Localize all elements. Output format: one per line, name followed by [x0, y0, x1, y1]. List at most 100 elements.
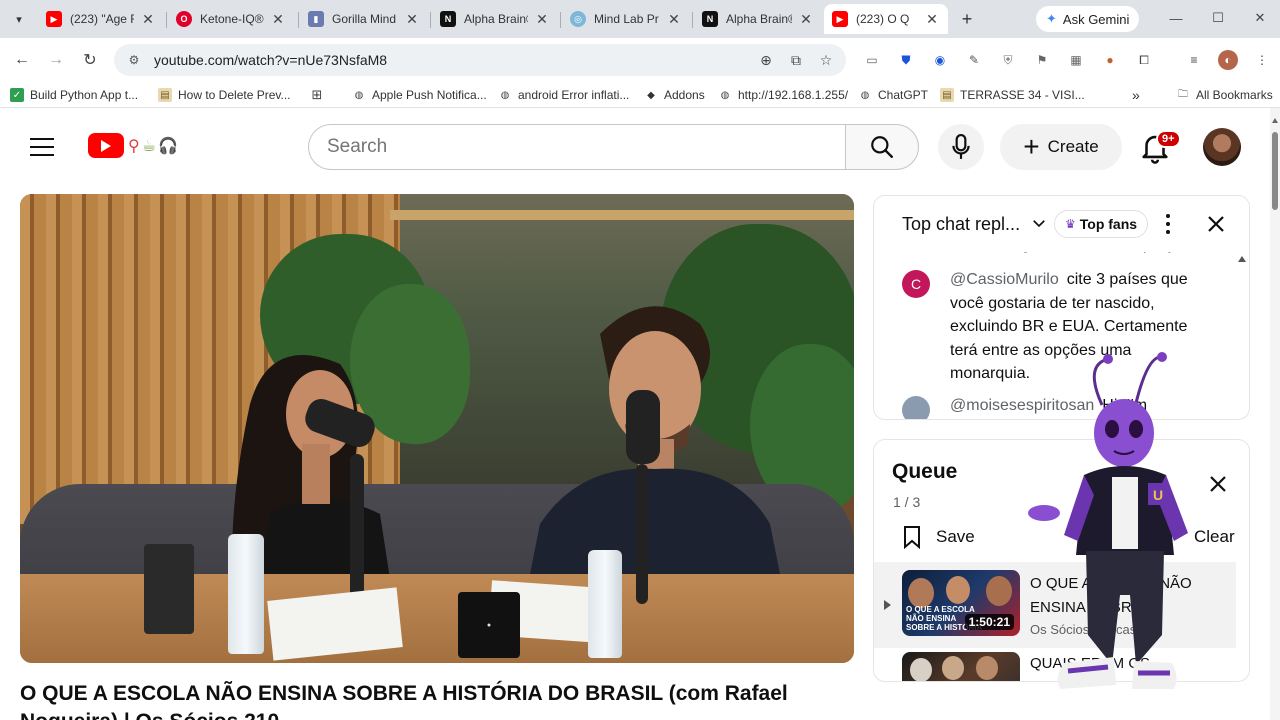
browser-menu-icon[interactable]: ⋮ — [1252, 50, 1272, 70]
video-frame-water-bottle — [588, 550, 622, 658]
close-icon[interactable]: ✕ — [798, 11, 814, 28]
thumbnail-face — [986, 576, 1012, 606]
youtube-doodle-icon[interactable]: ⚲ ☕ 🎧 — [128, 134, 194, 158]
bookmark-label: ChatGPT — [878, 88, 929, 102]
chevron-down-icon[interactable] — [1030, 214, 1048, 232]
browser-tab-1[interactable]: ▶ (223) "Age R ✕ — [38, 4, 164, 34]
bookmark-item[interactable]: ✓ Build Python App t... — [10, 86, 138, 104]
bookmark-item[interactable]: ◍ android Error inflati... — [498, 86, 630, 104]
site-settings-icon[interactable]: ⚙ — [126, 52, 142, 68]
bookmark-apps[interactable]: ⊞ — [310, 86, 330, 104]
bookmark-item[interactable]: ▤ How to Delete Prev... — [158, 86, 291, 104]
close-icon[interactable]: ✕ — [924, 11, 940, 28]
new-tab-plus-icon[interactable]: + — [956, 8, 978, 30]
page-scrollbar[interactable] — [1270, 108, 1280, 720]
search-placeholder: Search — [327, 136, 388, 157]
scrollbar-thumb[interactable] — [1272, 132, 1278, 210]
close-icon[interactable]: ✕ — [666, 11, 682, 28]
save-label: Save — [936, 527, 975, 546]
bookmark-icon — [904, 526, 920, 549]
ask-gemini-button[interactable]: ✦ Ask Gemini — [1036, 6, 1140, 32]
create-button[interactable]: + Create — [1000, 124, 1122, 170]
extensions-puzzle-icon[interactable]: ⧠ — [1134, 50, 1154, 70]
reload-icon[interactable]: ↻ — [78, 48, 102, 72]
close-icon[interactable]: ✕ — [404, 11, 420, 28]
bookmark-star-icon[interactable]: ☆ — [816, 50, 836, 70]
tab-title: Alpha Brain® — [464, 12, 528, 26]
extension-puzzle-piece-icon[interactable]: ✎ — [964, 50, 984, 70]
chat-mode-selector[interactable]: Top chat repl... — [902, 214, 1020, 235]
video-frame-mug: ● — [458, 592, 520, 658]
video-duration: 1:50:21 — [964, 614, 1014, 630]
video-frame-microphone — [626, 390, 660, 464]
voice-search-button[interactable] — [938, 124, 984, 170]
media-controls-icon[interactable]: ≡ — [1184, 50, 1204, 70]
search-icon — [871, 136, 893, 158]
url-text: youtube.com/watch?v=nUe73NsfaM8 — [154, 52, 388, 68]
close-icon[interactable] — [1206, 472, 1230, 496]
extension-circle-icon[interactable]: ◉ — [930, 50, 950, 70]
window-close-icon[interactable]: ✕ — [1250, 8, 1270, 28]
tab-search-chevron-icon[interactable]: ▾ — [8, 8, 30, 30]
extension-badge-icon[interactable]: ⛨ — [998, 50, 1018, 70]
extension-cast-icon[interactable]: ▭ — [862, 50, 882, 70]
chat-author-avatar[interactable] — [902, 396, 930, 419]
youtube-logo[interactable] — [88, 133, 124, 158]
scroll-up-arrow-icon[interactable] — [1272, 118, 1278, 123]
bookmark-item[interactable]: ◆ Addons — [644, 86, 705, 104]
extension-grid-icon[interactable]: ▦ — [1066, 50, 1086, 70]
save-queue-button[interactable]: Save — [902, 524, 975, 550]
tab-title: Ketone-IQ® — [200, 12, 264, 26]
thumbnail-face — [976, 656, 998, 680]
bookmarks-overflow-chevron-icon[interactable]: » — [1132, 86, 1140, 104]
queue-thumbnail[interactable]: O QUE A ESCOLA NÃO ENSINA SOBRE A HISTÓR… — [902, 570, 1020, 636]
minimize-icon[interactable]: — — [1166, 8, 1186, 28]
browser-tab-5[interactable]: ◎ Mind Lab Pr ✕ — [562, 4, 690, 34]
install-app-icon[interactable]: ⧉ — [786, 50, 806, 70]
browser-tab-2[interactable]: O Ketone-IQ® ✕ — [168, 4, 294, 34]
more-options-icon[interactable] — [1164, 214, 1172, 234]
extension-flag-icon[interactable]: ⚑ — [1032, 50, 1052, 70]
bookmark-item[interactable]: ◍ ChatGPT — [858, 86, 928, 104]
queue-thumbnail[interactable] — [902, 652, 1020, 681]
back-arrow-icon[interactable]: ← — [10, 48, 34, 72]
top-fans-button[interactable]: ♛ Top fans — [1054, 210, 1149, 238]
globe-icon: ◍ — [720, 89, 730, 101]
close-icon[interactable]: ✕ — [140, 11, 156, 28]
chat-scroll-up-arrow-icon[interactable] — [1238, 256, 1246, 262]
close-icon[interactable]: ✕ — [534, 11, 550, 28]
bookmark-item[interactable]: ◍ Apple Push Notifica... — [352, 86, 487, 104]
bookmark-item[interactable]: ▤ TERRASSE 34 - VISI... — [940, 86, 1085, 104]
close-icon[interactable]: ✕ — [270, 11, 286, 28]
hamburger-menu-icon[interactable] — [30, 138, 54, 156]
maximize-icon[interactable]: ☐ — [1208, 8, 1228, 28]
forward-arrow-icon[interactable]: → — [44, 48, 68, 72]
browser-tab-active[interactable]: ▶ (223) O Q ✕ — [824, 4, 948, 34]
search-input[interactable]: Search — [308, 124, 846, 170]
close-icon[interactable] — [1204, 212, 1228, 236]
address-bar[interactable]: ⚙ youtube.com/watch?v=nUe73NsfaM8 ⊕ ⧉ ☆ — [114, 44, 846, 76]
browser-tab-4[interactable]: N Alpha Brain® ✕ — [432, 4, 558, 34]
youtube-masthead: ⚲ ☕ 🎧 Search + Create 9+ — [0, 108, 1270, 184]
extension-cookie-icon[interactable]: ● — [1100, 50, 1120, 70]
globe-icon: ◍ — [354, 89, 364, 101]
bookmark-item[interactable]: ◍ http://192.168.1.255/ — [718, 86, 848, 104]
chat-author-name[interactable]: @CassioMurilo — [950, 271, 1059, 288]
green-bookmark-icon: ✓ — [10, 88, 24, 102]
bookmark-label: TERRASSE 34 - VISI... — [960, 88, 1085, 102]
extension-shield-icon[interactable]: ⛊ — [896, 50, 916, 70]
video-player[interactable]: ● — [20, 194, 854, 663]
chat-author-avatar[interactable]: C — [902, 270, 930, 298]
browser-tab-3[interactable]: ▮ Gorilla Mind ✕ — [300, 4, 428, 34]
account-avatar[interactable] — [1203, 128, 1241, 166]
search-button[interactable] — [845, 124, 919, 170]
all-bookmarks-button[interactable]: 🗀 All Bookmarks — [1176, 86, 1273, 104]
bookmark-label: android Error inflati... — [518, 88, 630, 102]
profile-avatar-icon[interactable]: ◐ — [1218, 50, 1238, 70]
gemini-sparkle-icon: ✦ — [1046, 11, 1057, 26]
thumbnail-face — [908, 578, 934, 608]
zoom-icon[interactable]: ⊕ — [756, 50, 776, 70]
svg-text:U: U — [1153, 487, 1163, 503]
diamond-icon: ◆ — [647, 89, 655, 101]
browser-tab-6[interactable]: N Alpha Brain® ✕ — [694, 4, 822, 34]
